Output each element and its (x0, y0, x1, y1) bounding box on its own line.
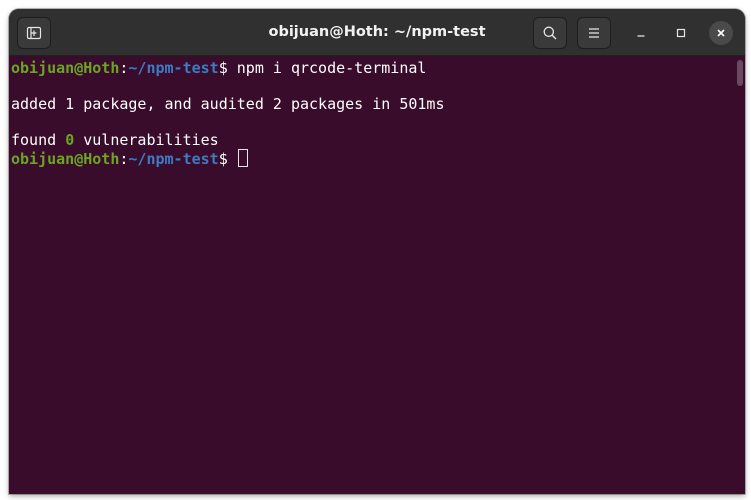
menu-button[interactable] (577, 17, 611, 49)
search-icon (543, 26, 557, 40)
minimize-icon (637, 35, 645, 37)
terminal-line: added 1 package, and audited 2 packages … (11, 95, 444, 113)
prompt-path: ~/npm-test (128, 59, 219, 77)
output-text: found (11, 131, 66, 149)
output-text: added 1 package, and audited 2 packages … (11, 95, 445, 113)
search-button[interactable] (533, 17, 567, 49)
terminal-line: found 0 vulnerabilities (11, 131, 219, 149)
prompt-user-host: obijuan@Hoth (11, 150, 120, 168)
hamburger-menu-icon (589, 28, 599, 38)
close-icon (717, 29, 725, 37)
prompt-user-host: obijuan@Hoth (11, 59, 120, 77)
minimize-button[interactable] (629, 21, 653, 45)
terminal-window: obijuan@Hoth: ~/npm-test obijuan@Hoth:~/… (9, 9, 745, 494)
scrollbar[interactable] (737, 60, 743, 86)
text-cursor (237, 149, 248, 167)
terminal-output[interactable]: obijuan@Hoth:~/npm-test$ npm i qrcode-te… (9, 56, 745, 494)
terminal-line: obijuan@Hoth:~/npm-test$ npm i qrcode-te… (11, 59, 426, 77)
maximize-button[interactable] (669, 21, 693, 45)
new-tab-button[interactable] (17, 17, 51, 49)
terminal-line: obijuan@Hoth:~/npm-test$ (11, 149, 248, 168)
titlebar: obijuan@Hoth: ~/npm-test (9, 9, 745, 56)
vulnerability-count: 0 (65, 131, 75, 149)
prompt-symbol: $ (218, 59, 237, 77)
command-text: npm i qrcode-terminal (236, 59, 427, 77)
new-tab-icon (26, 26, 42, 40)
output-text: vulnerabilities (74, 131, 219, 149)
close-button[interactable] (709, 21, 733, 45)
prompt-path: ~/npm-test (128, 150, 219, 168)
window-title: obijuan@Hoth: ~/npm-test (268, 24, 486, 40)
maximize-icon (676, 28, 686, 38)
prompt-symbol: $ (218, 150, 237, 168)
